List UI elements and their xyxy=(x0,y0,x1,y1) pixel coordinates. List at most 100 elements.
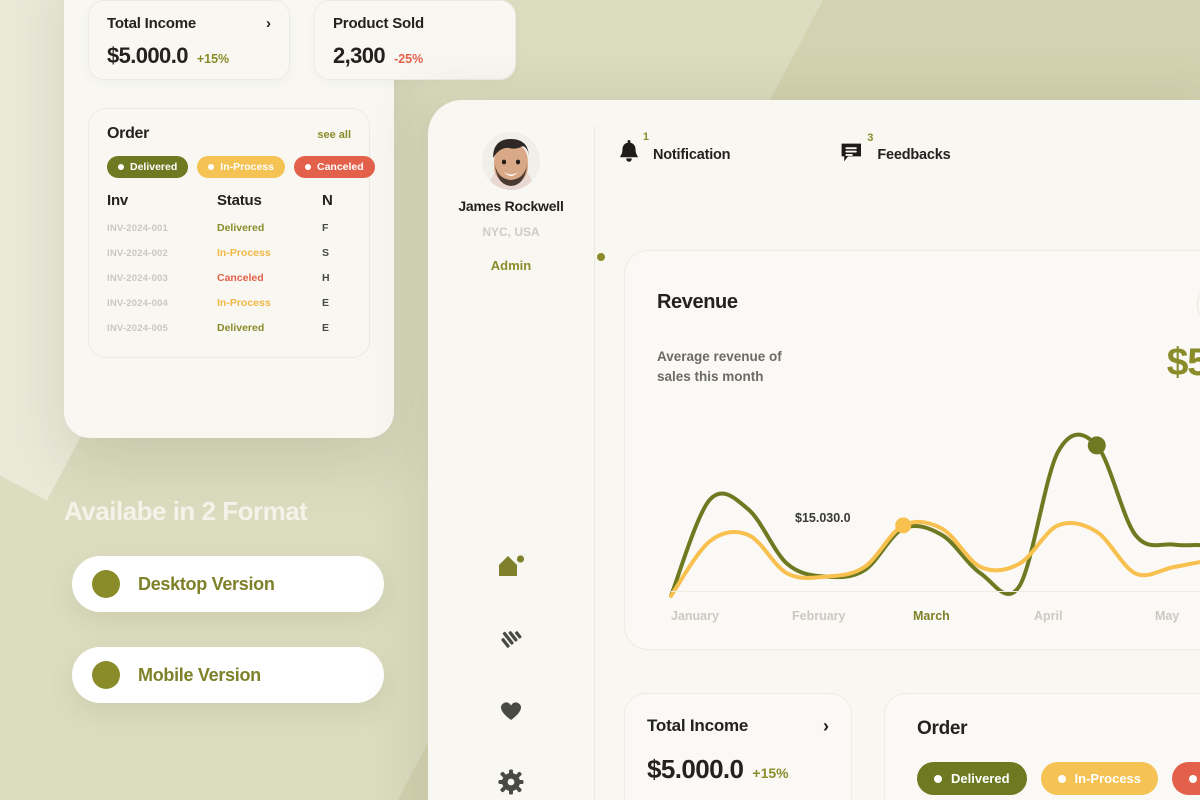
avatar[interactable] xyxy=(482,132,540,190)
format-option-label: Mobile Version xyxy=(138,664,261,685)
stat-card-row: Total Income › $5.000.0 +15% Product Sol… xyxy=(88,0,516,80)
stat-card-body: 2,300 -25% xyxy=(333,43,497,69)
profile-location: NYC, USA xyxy=(482,225,540,239)
table-row[interactable]: INV-2024-002 In-Process S xyxy=(107,247,351,259)
format-option-desktop[interactable]: Desktop Version xyxy=(72,556,384,612)
chip-label: In-Process xyxy=(220,161,274,173)
cell-name: E xyxy=(322,297,330,309)
format-option-mobile[interactable]: Mobile Version xyxy=(72,647,384,703)
column-header-name: N xyxy=(322,192,333,209)
cell-name: S xyxy=(322,247,330,259)
analytics-icon xyxy=(501,631,522,648)
sidebar-item-favorites[interactable] xyxy=(428,674,594,746)
radio-selected-icon xyxy=(92,570,120,598)
promo-headline: Availabe in 2 Format xyxy=(64,496,308,526)
cell-inv: INV-2024-001 xyxy=(107,222,169,234)
order-table: Inv Status N INV-2024-001 Delivered F IN… xyxy=(107,192,351,334)
chip-dot-icon xyxy=(1057,774,1066,783)
sidebar-item-analytics[interactable] xyxy=(428,602,594,674)
chip-dot-icon xyxy=(1189,774,1198,783)
order-card-title: Order xyxy=(107,125,150,142)
chart-x-axis: January February March April May xyxy=(671,609,1200,623)
sidebar-item-home[interactable] xyxy=(428,530,594,602)
format-option-label: Desktop Version xyxy=(138,573,275,594)
sidebar-item-settings[interactable] xyxy=(428,746,594,800)
revenue-subtitle: Average revenue of sales this month xyxy=(657,349,782,384)
see-all-link[interactable]: see all xyxy=(317,129,351,141)
column-header-inv: Inv xyxy=(107,192,129,209)
chevron-right-icon[interactable]: › xyxy=(823,717,829,735)
revenue-line-chart: $15.030.0 xyxy=(635,431,1200,606)
stat-card-header: Product Sold xyxy=(333,15,497,32)
stat-card-header: Total Income › xyxy=(647,716,829,736)
chevron-right-icon[interactable]: › xyxy=(266,16,271,31)
home-icon xyxy=(499,555,525,576)
profile-name: James Rockwell xyxy=(458,198,564,214)
table-row[interactable]: INV-2024-004 In-Process E xyxy=(107,297,351,309)
chip-in-process[interactable]: In-Process xyxy=(197,156,285,178)
bottom-total-income-card[interactable]: Total Income › $5.000.0 +15% xyxy=(624,693,852,800)
message-icon-wrap: 3 xyxy=(840,132,873,168)
order-status-filter-chips: Delivered In-Process Canceled xyxy=(917,762,1200,795)
cell-status: Delivered xyxy=(217,322,265,334)
column-header-status: Status xyxy=(217,192,262,209)
bell-icon-wrap: 1 xyxy=(618,131,649,169)
stat-card-delta: +15% xyxy=(196,52,230,66)
cell-inv: INV-2024-004 xyxy=(107,297,169,309)
chip-canceled[interactable]: Canceled xyxy=(1172,762,1200,795)
left-preview-panel: Total Income › $5.000.0 +15% Product Sol… xyxy=(64,0,516,438)
profile-role-label: Admin xyxy=(490,258,532,273)
chip-in-process[interactable]: In-Process xyxy=(1040,762,1159,795)
revenue-card: Revenue Monthly Average revenue of sales… xyxy=(624,250,1200,650)
stat-card-value: $5.000.0 xyxy=(647,754,744,784)
table-row[interactable]: INV-2024-005 Delivered E xyxy=(107,322,351,334)
screenshot-root: Total Income › $5.000.0 +15% Product Sol… xyxy=(0,0,1200,800)
stat-card-title: Product Sold xyxy=(333,15,424,32)
chip-label: Delivered xyxy=(130,161,178,173)
cell-status: In-Process xyxy=(217,247,271,259)
stat-card-total-income[interactable]: Total Income › $5.000.0 +15% xyxy=(88,0,290,80)
stat-card-body: $5.000.0 +15% xyxy=(647,754,829,785)
profile-role: Admin xyxy=(428,253,605,275)
sidebar-nav xyxy=(428,530,594,800)
chart-canvas xyxy=(669,432,1200,598)
chip-dot-icon xyxy=(208,164,215,170)
chart-series-revenue xyxy=(669,432,1200,598)
gear-icon xyxy=(498,769,524,795)
chip-label: Delivered xyxy=(951,771,1010,786)
x-tick-february: February xyxy=(792,609,846,623)
cell-status: In-Process xyxy=(217,297,271,309)
x-tick-may: May xyxy=(1155,609,1180,623)
message-icon xyxy=(841,143,862,162)
feedbacks-button[interactable]: 3 Feedbacks xyxy=(840,132,951,168)
heart-icon xyxy=(500,702,522,720)
chip-canceled[interactable]: Canceled xyxy=(293,156,375,178)
order-card-title: Order xyxy=(917,718,968,739)
chart-marker-sales[interactable] xyxy=(895,517,912,534)
table-row[interactable]: INV-2024-001 Delivered F xyxy=(107,222,351,234)
chip-label: In-Process xyxy=(1074,771,1142,786)
order-card-header: Order see all xyxy=(107,125,351,143)
table-row[interactable]: INV-2024-003 Canceled H xyxy=(107,272,351,284)
chart-data-label: $15.030.0 xyxy=(795,511,851,525)
revenue-amount: $50.330. xyxy=(1166,341,1200,384)
chip-delivered[interactable]: Delivered xyxy=(107,156,189,178)
x-tick-january: January xyxy=(671,609,719,623)
revenue-title: Revenue xyxy=(657,291,738,313)
feedbacks-label: Feedbacks xyxy=(877,146,951,163)
chart-marker-revenue[interactable] xyxy=(1087,436,1106,455)
stat-card-product-sold[interactable]: Product Sold 2,300 -25% xyxy=(314,0,516,80)
notification-label: Notification xyxy=(653,146,731,163)
notification-button[interactable]: 1 Notification xyxy=(618,131,731,169)
stat-card-title: Total Income xyxy=(107,15,196,32)
chip-dot-icon xyxy=(934,774,942,783)
chart-baseline xyxy=(671,591,1200,592)
chip-delivered[interactable]: Delivered xyxy=(917,762,1027,795)
radio-selected-icon xyxy=(92,661,120,689)
cell-name: H xyxy=(322,272,330,284)
stat-card-title: Total Income xyxy=(647,716,749,735)
cell-name: F xyxy=(322,222,329,234)
stat-card-value: $5.000.0 xyxy=(107,43,188,68)
cell-inv: INV-2024-003 xyxy=(107,272,169,284)
sidebar-divider xyxy=(594,126,595,800)
